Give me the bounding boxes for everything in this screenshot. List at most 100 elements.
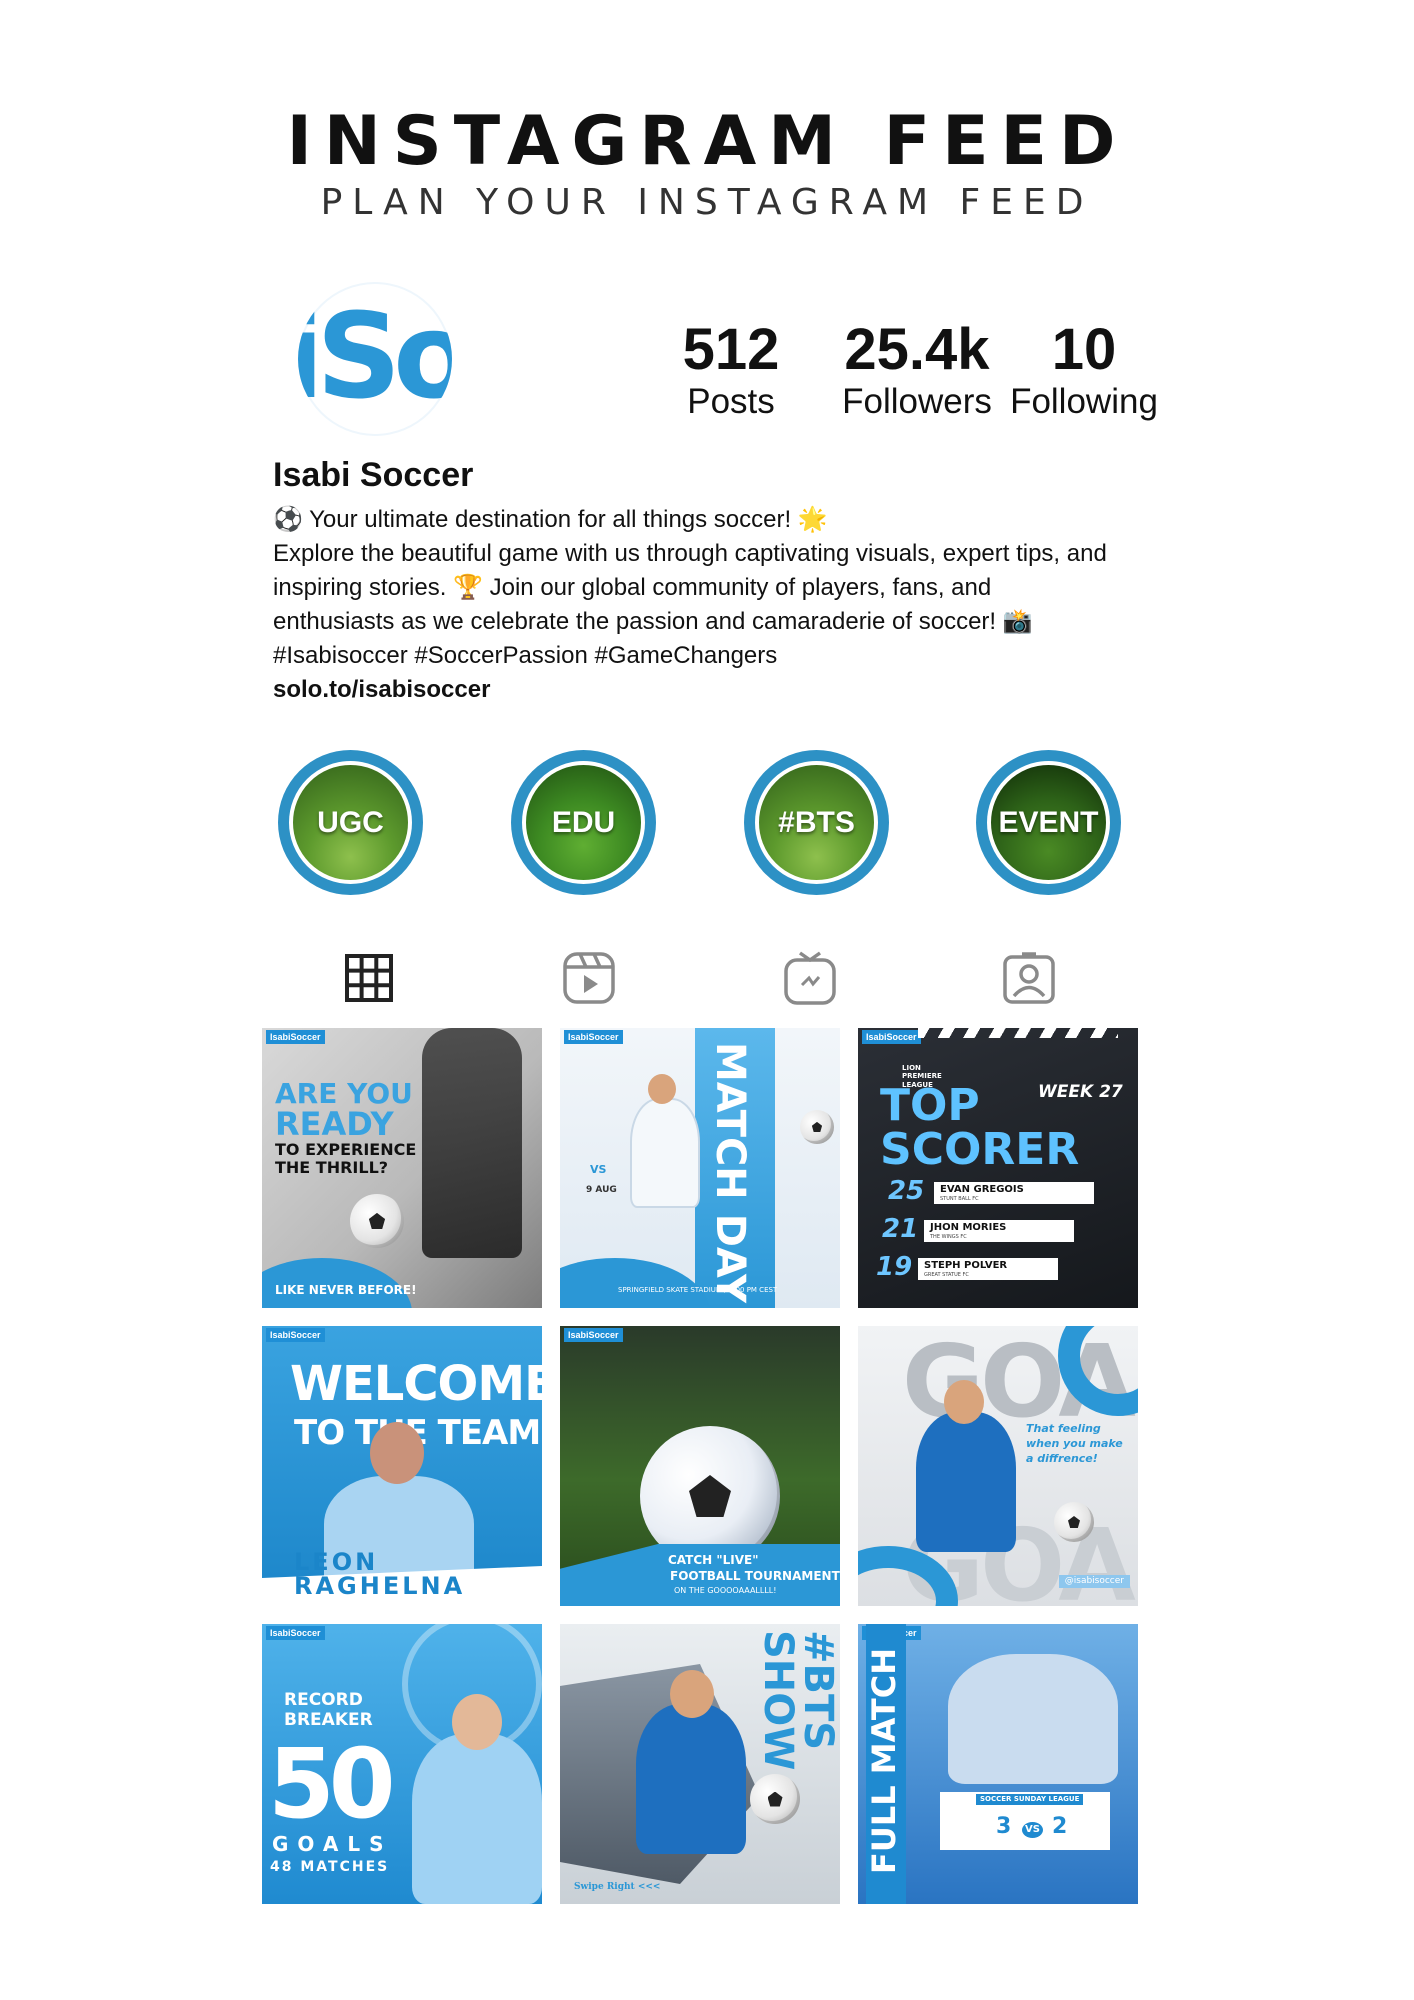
player-leg-image [422, 1028, 522, 1258]
tab-reels[interactable] [561, 950, 617, 1006]
post-top-scorer[interactable]: IsabiSoccer LION PREMIERE LEAGUE WEEK 27… [858, 1028, 1138, 1308]
post-text: TO EXPERIENCE [275, 1140, 417, 1159]
post-text: THE THRILL? [275, 1158, 389, 1177]
player-head [944, 1380, 984, 1424]
avatar[interactable]: iSo [298, 282, 452, 436]
highlight-ugc[interactable]: UGC [278, 750, 423, 895]
post-welcome-team[interactable]: IsabiSoccer WELCOME TO THE TEAM LEON RAG… [262, 1326, 542, 1606]
soccer-ball-icon [350, 1194, 404, 1248]
tagged-icon [1003, 952, 1055, 1004]
stat-following[interactable]: 10 Following [1008, 318, 1160, 422]
week-label: WEEK 27 [1038, 1082, 1123, 1102]
highlight-edu[interactable]: EDU [511, 750, 656, 895]
scorer-goals: 19 [876, 1252, 913, 1282]
profile-link[interactable]: solo.to/isabisoccer [273, 673, 1153, 707]
post-headline: RECORD [284, 1690, 363, 1710]
highlight-label: EDU [522, 761, 645, 884]
post-live-tournament[interactable]: IsabiSoccer CATCH "LIVE" FOOTBALL TOURNA… [560, 1326, 840, 1606]
tab-igtv[interactable] [782, 950, 838, 1006]
highlight-label: #BTS [755, 761, 878, 884]
player-image [916, 1412, 1016, 1552]
scorer-name: JHON MORIES [930, 1222, 1007, 1233]
brand-tag: IsabiSoccer [564, 1030, 623, 1044]
bio-line: enthusiasts as we celebrate the passion … [273, 608, 1033, 635]
away-score: 2 [1052, 1814, 1068, 1839]
player-head [648, 1074, 676, 1104]
scorer-goals: 25 [888, 1176, 925, 1206]
stat-posts-label: Posts [687, 382, 775, 421]
post-headline: ARE YOU [275, 1077, 413, 1110]
goals-number: 50 [268, 1728, 396, 1840]
post-headline: #BTS SHOW [755, 1630, 840, 1771]
brand-tag: IsabiSoccer [564, 1328, 623, 1342]
vs-text: VS [590, 1163, 607, 1176]
bio-hashtags: #Isabisoccer #SoccerPassion #GameChanger… [273, 642, 778, 669]
page-title: INSTAGRAM FEED [286, 102, 1128, 181]
post-match-day[interactable]: IsabiSoccer MATCH DAY VS 9 AUG SPRINGFIE… [560, 1028, 840, 1308]
stat-followers[interactable]: 25.4k Followers [832, 318, 1002, 422]
player-head [670, 1670, 714, 1718]
bio-line: ⚽ Your ultimate destination for all thin… [273, 506, 828, 533]
soccer-ball-icon [800, 1110, 834, 1144]
scorer-name: EVAN GREGOIS [940, 1184, 1024, 1195]
post-text: FOOTBALL TOURNAMENT [670, 1569, 840, 1583]
league-name: SOCCER SUNDAY LEAGUE [976, 1794, 1084, 1805]
soccer-ball-icon [1054, 1502, 1094, 1542]
highlight-label: EVENT [987, 761, 1110, 884]
stripe-decoration [918, 1028, 1118, 1038]
brand-tag: IsabiSoccer [862, 1030, 921, 1044]
player-image [630, 1098, 700, 1208]
profile-stats: 512 Posts 25.4k Followers 10 Following [676, 318, 1160, 422]
players-image [948, 1654, 1118, 1784]
scorer-goals: 21 [882, 1214, 919, 1244]
post-text: GOALS [272, 1832, 393, 1856]
match-date: 9 AUG [586, 1185, 617, 1195]
brand-tag: IsabiSoccer [266, 1328, 325, 1342]
post-goal-feeling[interactable]: GOAL GOAL That feeling when you make a d… [858, 1326, 1138, 1606]
brand-tag: IsabiSoccer [266, 1626, 325, 1640]
profile-name: Isabi Soccer [273, 456, 474, 494]
match-venue: SPRINGFIELD SKATE STADIUM / 8:00 PM CEST [618, 1286, 778, 1294]
stat-followers-value: 25.4k [844, 317, 990, 382]
post-headline: READY [275, 1105, 394, 1143]
blue-wave-shape [560, 1258, 710, 1308]
player-head [452, 1694, 502, 1750]
post-full-match[interactable]: IsabiSoccer FULL MATCH SOCCER SUNDAY LEA… [858, 1624, 1138, 1904]
scorer-team: THE WINGS FC [930, 1234, 967, 1240]
post-are-you-ready[interactable]: IsabiSoccer ARE YOU READY TO EXPERIENCE … [262, 1028, 542, 1308]
scorer-team: GREAT STATUE FC [924, 1272, 969, 1278]
bio-line: Explore the beautiful game with us throu… [273, 540, 1107, 567]
scorer-name: STEPH POLVER [924, 1260, 1008, 1271]
highlight-event[interactable]: EVENT [976, 750, 1121, 895]
post-text: CATCH "LIVE" [668, 1553, 759, 1567]
story-highlights: UGC EDU #BTS EVENT [278, 750, 1138, 900]
highlight-bts[interactable]: #BTS [744, 750, 889, 895]
profile-tabs [0, 950, 1414, 1010]
highlight-label: UGC [289, 761, 412, 884]
profile-bio: ⚽ Your ultimate destination for all thin… [273, 503, 1153, 707]
player-image [636, 1704, 746, 1854]
stat-posts-value: 512 [682, 317, 780, 382]
scorer-team: STUNT BALL FC [940, 1196, 979, 1202]
post-headline: SCORER [880, 1124, 1080, 1175]
grid-icon [345, 954, 393, 1002]
post-headline: FULL MATCH [865, 1648, 903, 1874]
post-handle: @isabisoccer [1058, 1575, 1130, 1588]
player-image [412, 1734, 542, 1904]
igtv-icon [784, 951, 836, 1005]
reels-icon [563, 952, 615, 1004]
brand-tag: IsabiSoccer [266, 1030, 325, 1044]
tab-grid[interactable] [341, 950, 397, 1006]
post-headline: BREAKER [284, 1710, 373, 1730]
swipe-text: Swipe Right <<< [574, 1882, 661, 1892]
post-headline: TOP [880, 1080, 980, 1131]
post-headline: MATCH DAY [707, 1042, 753, 1303]
post-record-breaker[interactable]: IsabiSoccer RECORD BREAKER 50 GOALS 48 M… [262, 1624, 542, 1904]
stat-followers-label: Followers [842, 382, 992, 421]
post-caption: That feeling when you make a diffrence! [1026, 1422, 1123, 1465]
post-bts-show[interactable]: #BTS SHOW Swipe Right <<< [560, 1624, 840, 1904]
tab-tagged[interactable] [1001, 950, 1057, 1006]
stat-posts[interactable]: 512 Posts [676, 318, 786, 422]
stat-following-value: 10 [1051, 317, 1117, 382]
post-footer: LIKE NEVER BEFORE! [275, 1283, 417, 1297]
